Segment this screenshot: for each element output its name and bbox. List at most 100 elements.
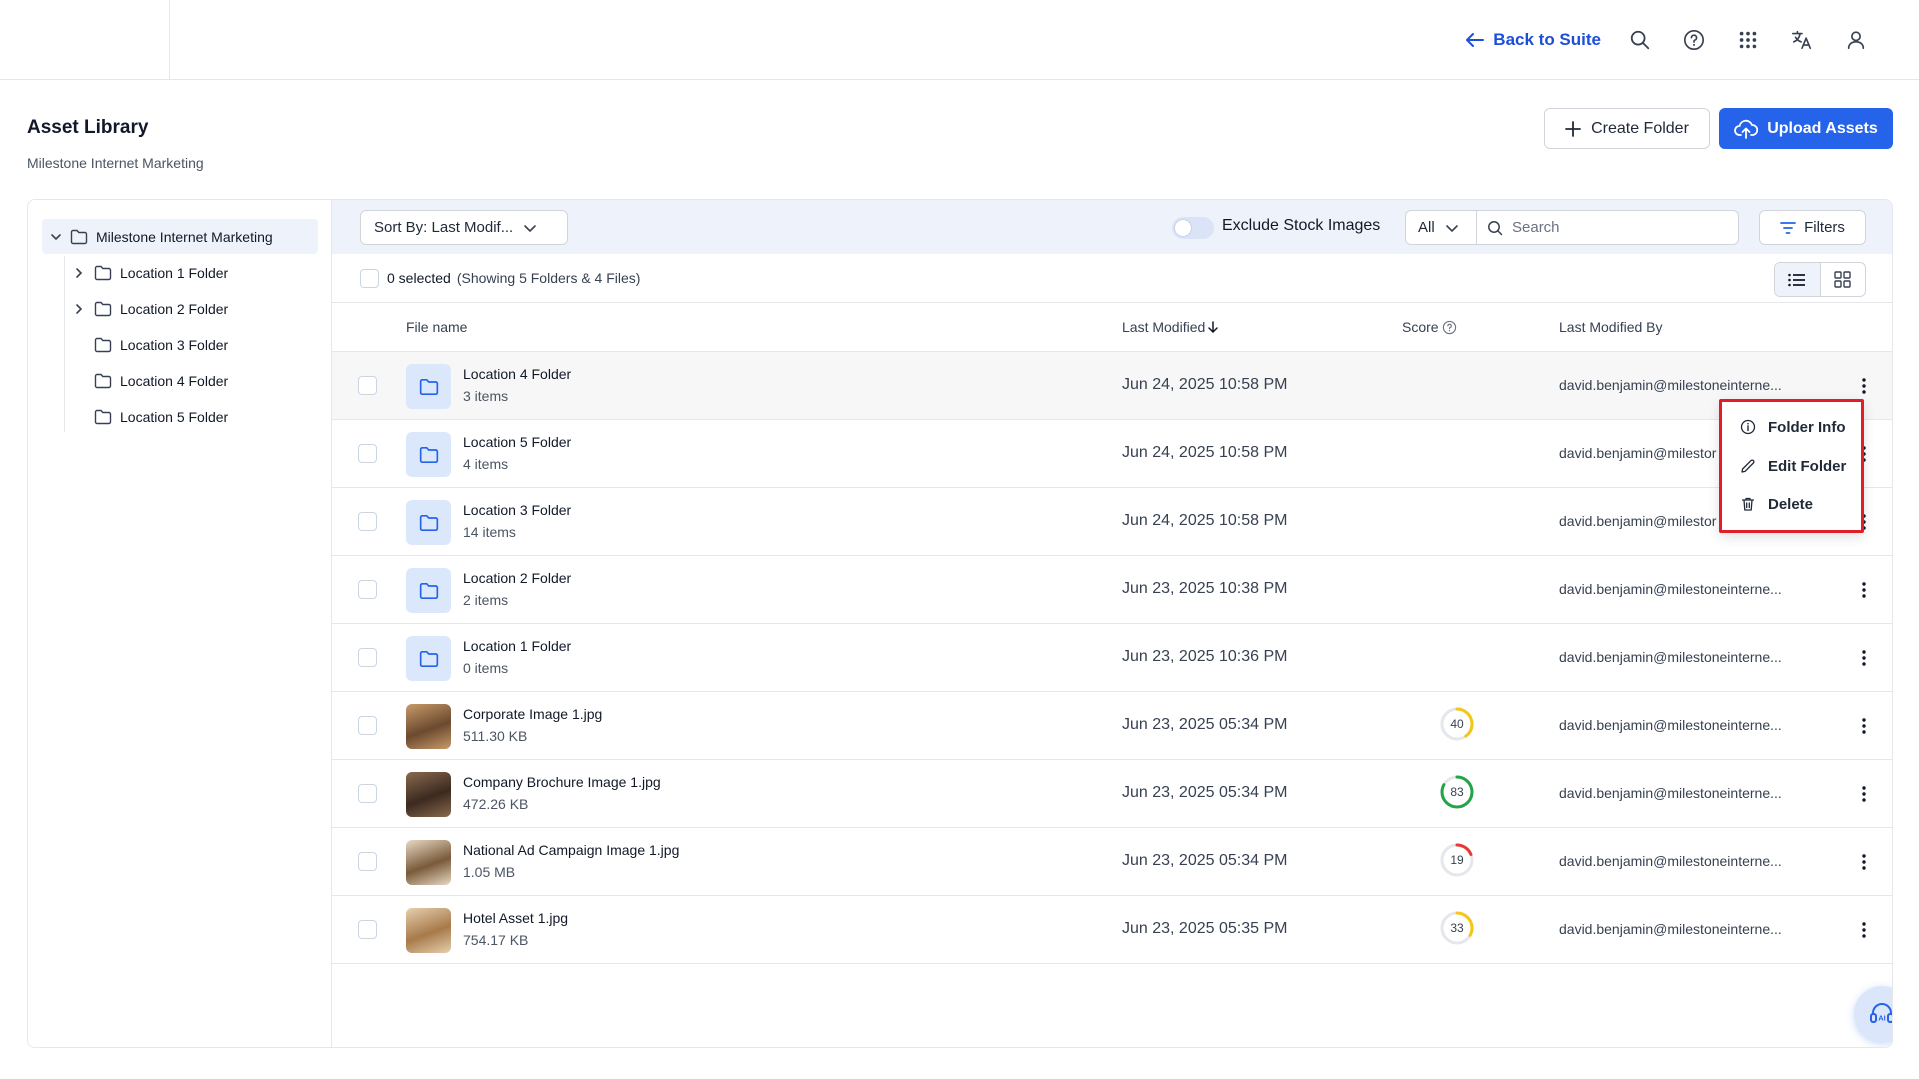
file-row[interactable]: Hotel Asset 1.jpg 754.17 KB Jun 23, 2025 0… xyxy=(332,896,1892,964)
sort-label: Sort By: Last Modif... xyxy=(374,219,514,236)
folder-icon xyxy=(94,373,112,389)
row-checkbox[interactable] xyxy=(358,716,377,735)
sidebar-item-location-4-folder[interactable]: Location 4 Folder xyxy=(72,366,228,396)
file-name[interactable]: Location 2 Folder xyxy=(463,570,571,586)
exclude-stock-label: Exclude Stock Images xyxy=(1222,217,1381,234)
row-checkbox[interactable] xyxy=(358,444,377,463)
row-actions-button[interactable] xyxy=(1852,712,1876,740)
help-icon xyxy=(1684,30,1704,50)
profile-button[interactable] xyxy=(1841,25,1871,55)
kebab-menu-icon xyxy=(1862,922,1866,938)
file-name[interactable]: National Ad Campaign Image 1.jpg xyxy=(463,842,679,858)
col-score-label: Score xyxy=(1402,319,1439,335)
apps-button[interactable] xyxy=(1733,25,1763,55)
sidebar-item-location-1-folder[interactable]: Location 1 Folder xyxy=(72,258,228,288)
folder-icon xyxy=(94,301,112,317)
row-actions-button[interactable] xyxy=(1852,848,1876,876)
list-view-button[interactable] xyxy=(1775,263,1821,296)
folder-icon xyxy=(94,409,112,425)
kebab-menu-icon xyxy=(1862,378,1866,394)
ai-assistant-button[interactable]: AI xyxy=(1854,986,1892,1042)
file-row[interactable]: National Ad Campaign Image 1.jpg 1.05 MB J… xyxy=(332,828,1892,896)
row-actions-button[interactable] xyxy=(1852,372,1876,400)
folder-icon xyxy=(70,229,88,244)
folder-icon xyxy=(94,265,112,281)
sidebar-item-location-3-folder[interactable]: Location 3 Folder xyxy=(72,330,228,360)
user-icon xyxy=(1847,31,1865,50)
file-name[interactable]: Hotel Asset 1.jpg xyxy=(463,910,568,926)
file-name[interactable]: Location 3 Folder xyxy=(463,502,571,518)
tree-root-item[interactable]: Milestone Internet Marketing xyxy=(42,219,318,254)
file-meta: 14 items xyxy=(463,524,516,540)
sidebar-item-location-5-folder[interactable]: Location 5 Folder xyxy=(72,402,228,432)
plus-icon xyxy=(1565,120,1581,137)
col-last-modified-label: Last Modified xyxy=(1122,319,1206,335)
folder-thumbnail xyxy=(406,364,451,409)
search-button[interactable] xyxy=(1625,25,1655,55)
row-actions-button[interactable] xyxy=(1852,576,1876,604)
folder-icon xyxy=(419,378,438,395)
last-modified-date: Jun 23, 2025 05:35 PM xyxy=(1122,920,1288,937)
sidebar-item-location-2-folder[interactable]: Location 2 Folder xyxy=(72,294,228,324)
upload-assets-button[interactable]: Upload Assets xyxy=(1719,108,1893,149)
toggle-knob xyxy=(1175,220,1191,236)
folder-icon xyxy=(419,446,438,463)
translate-button[interactable] xyxy=(1787,25,1817,55)
search-input[interactable] xyxy=(1512,219,1712,236)
row-checkbox[interactable] xyxy=(358,920,377,939)
row-actions-button[interactable] xyxy=(1852,780,1876,808)
select-all-checkbox[interactable] xyxy=(360,269,379,288)
help-button[interactable] xyxy=(1679,25,1709,55)
grid-view-button[interactable] xyxy=(1821,263,1866,296)
row-actions-button[interactable] xyxy=(1852,644,1876,672)
list-view-icon xyxy=(1788,273,1806,286)
chevron-right-icon[interactable] xyxy=(72,267,86,279)
type-filter-select[interactable]: All xyxy=(1405,210,1477,245)
kebab-menu-icon xyxy=(1862,718,1866,734)
sidebar-item-label: Location 2 Folder xyxy=(120,301,229,317)
row-checkbox[interactable] xyxy=(358,784,377,803)
row-checkbox[interactable] xyxy=(358,852,377,871)
menu-delete[interactable]: Delete xyxy=(1740,492,1813,516)
file-row[interactable]: Corporate Image 1.jpg 511.30 KB Jun 23, 20… xyxy=(332,692,1892,760)
row-checkbox[interactable] xyxy=(358,580,377,599)
folder-row[interactable]: Location 5 Folder 4 items Jun 24, 2025 10:… xyxy=(332,420,1892,488)
row-actions-button[interactable] xyxy=(1852,916,1876,944)
col-last-modified[interactable]: Last Modified xyxy=(1122,319,1219,335)
sort-dropdown[interactable]: Sort By: Last Modif... xyxy=(360,210,568,245)
file-meta: 472.26 KB xyxy=(463,796,529,812)
create-folder-button[interactable]: Create Folder xyxy=(1544,108,1710,149)
last-modified-date: Jun 24, 2025 10:58 PM xyxy=(1122,512,1288,529)
last-modified-by: david.benjamin@milestoneinterne... xyxy=(1559,921,1782,937)
file-row[interactable]: Company Brochure Image 1.jpg 472.26 KB Jun… xyxy=(332,760,1892,828)
col-last-modified-by[interactable]: Last Modified By xyxy=(1559,319,1663,335)
last-modified-date: Jun 23, 2025 10:38 PM xyxy=(1122,580,1288,597)
file-name[interactable]: Location 4 Folder xyxy=(463,366,571,382)
menu-edit-folder[interactable]: Edit Folder xyxy=(1740,454,1846,478)
file-meta: 2 items xyxy=(463,592,509,608)
image-thumbnail xyxy=(406,840,451,885)
file-name[interactable]: Corporate Image 1.jpg xyxy=(463,706,602,722)
chevron-right-icon[interactable] xyxy=(72,303,86,315)
tree-root-label: Milestone Internet Marketing xyxy=(96,228,273,245)
row-checkbox[interactable] xyxy=(358,512,377,531)
page-title: Asset Library xyxy=(27,117,149,138)
last-modified-date: Jun 23, 2025 05:34 PM xyxy=(1122,852,1288,869)
menu-folder-info[interactable]: Folder Info xyxy=(1740,415,1846,439)
ai-headset-icon: AI xyxy=(1870,1003,1892,1023)
back-to-suite-link[interactable]: Back to Suite xyxy=(1465,30,1601,50)
folder-row[interactable]: Location 2 Folder 2 items Jun 23, 2025 10:… xyxy=(332,556,1892,624)
file-name[interactable]: Location 5 Folder xyxy=(463,434,571,450)
folder-row[interactable]: Location 3 Folder 14 items Jun 24, 2025 10… xyxy=(332,488,1892,556)
file-name[interactable]: Location 1 Folder xyxy=(463,638,571,654)
folder-row[interactable]: Location 4 Folder 3 items Jun 24, 2025 10:… xyxy=(332,352,1892,420)
file-name[interactable]: Company Brochure Image 1.jpg xyxy=(463,774,661,790)
folder-row[interactable]: Location 1 Folder 0 items Jun 23, 2025 10:… xyxy=(332,624,1892,692)
col-score[interactable]: Score xyxy=(1402,319,1457,335)
row-checkbox[interactable] xyxy=(358,648,377,667)
col-file-name[interactable]: File name xyxy=(406,319,467,335)
filters-button[interactable]: Filters xyxy=(1759,210,1866,245)
row-checkbox[interactable] xyxy=(358,376,377,395)
exclude-stock-toggle[interactable] xyxy=(1172,217,1214,239)
score-value: 19 xyxy=(1450,853,1464,867)
